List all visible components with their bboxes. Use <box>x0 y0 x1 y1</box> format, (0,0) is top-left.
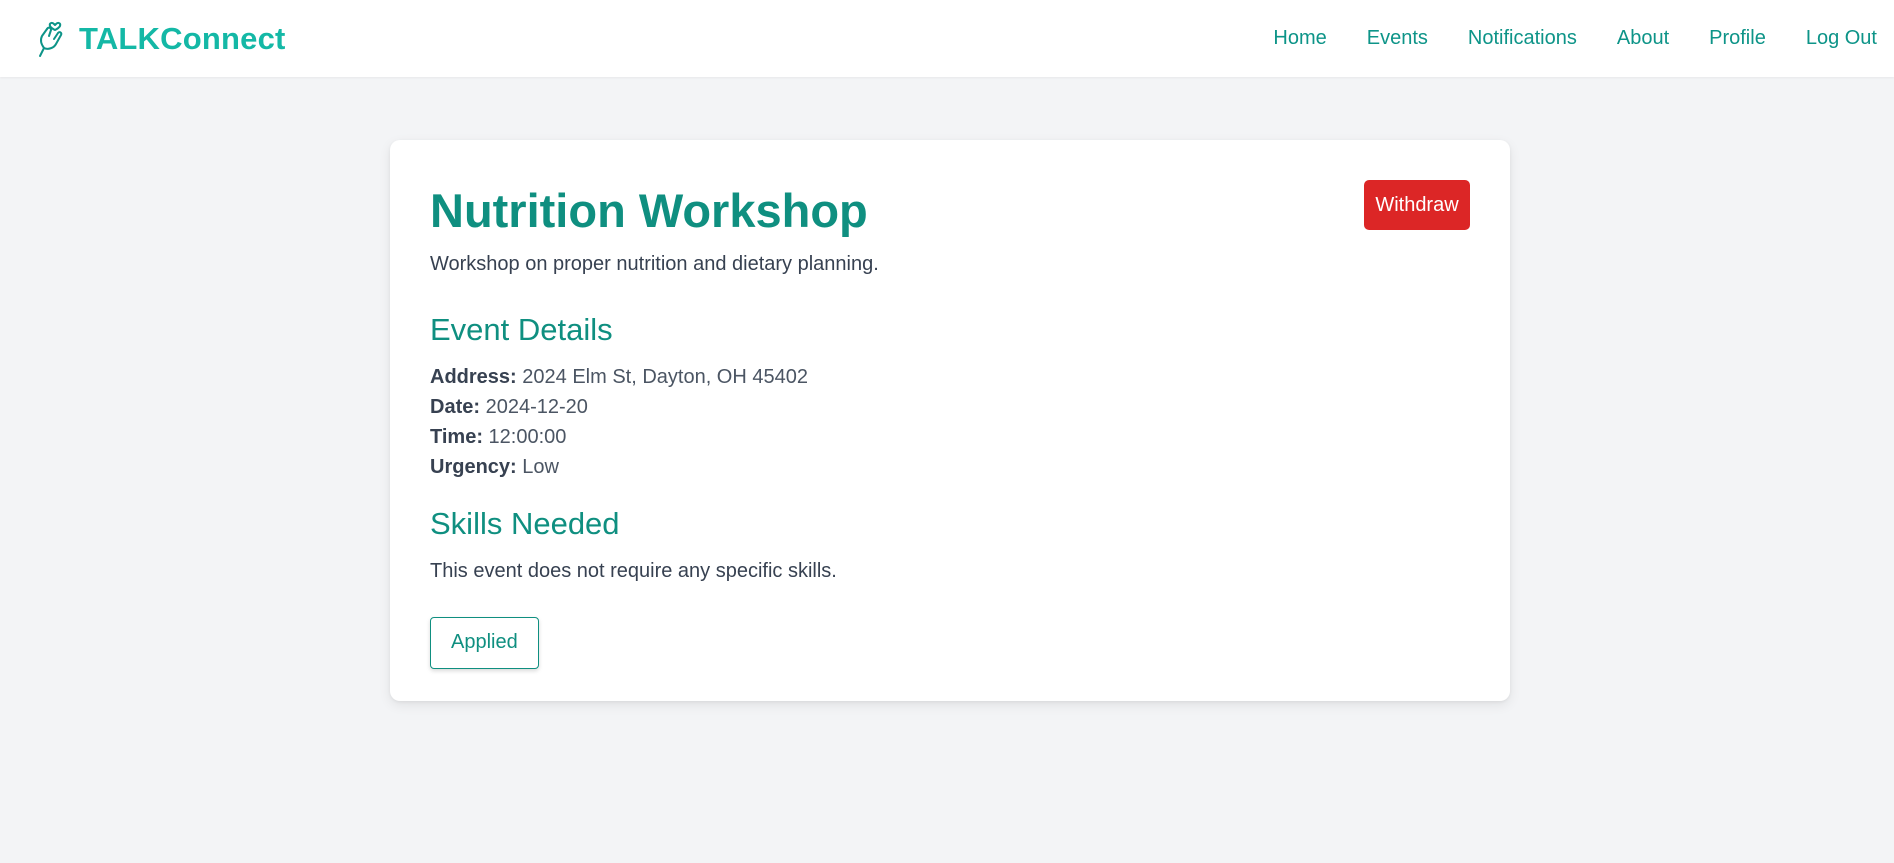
withdraw-button[interactable]: Withdraw <box>1364 180 1470 230</box>
event-title: Nutrition Workshop <box>430 184 868 237</box>
event-card: Nutrition Workshop Withdraw Workshop on … <box>390 140 1510 701</box>
detail-time: Time: 12:00:00 <box>430 422 1470 452</box>
nav-logout-link[interactable]: Log Out <box>1806 27 1877 50</box>
skills-needed-text: This event does not require any specific… <box>430 559 837 582</box>
applied-button[interactable]: Applied <box>430 616 539 669</box>
detail-urgency: Urgency: Low <box>430 452 1470 482</box>
detail-urgency-value: Low <box>522 455 559 478</box>
brand-link[interactable]: TALKConnect <box>33 19 286 59</box>
skills-needed-heading: Skills Needed <box>430 505 620 541</box>
detail-address: Address: 2024 Elm St, Dayton, OH 45402 <box>430 362 1470 392</box>
hand-heart-icon <box>33 19 69 59</box>
brand-name: TALKConnect <box>79 20 286 56</box>
detail-urgency-label: Urgency: <box>430 455 517 478</box>
detail-address-value: 2024 Elm St, Dayton, OH 45402 <box>522 365 808 388</box>
nav-events-link[interactable]: Events <box>1367 27 1428 50</box>
event-card-header: Nutrition Workshop Withdraw <box>430 180 1470 241</box>
detail-date: Date: 2024-12-20 <box>430 392 1470 422</box>
nav-home-link[interactable]: Home <box>1273 27 1326 50</box>
nav-notifications-link[interactable]: Notifications <box>1468 27 1577 50</box>
event-details: Address: 2024 Elm St, Dayton, OH 45402 D… <box>430 362 1470 482</box>
top-navbar: TALKConnect Home Events Notifications Ab… <box>0 0 1894 77</box>
nav-profile-link[interactable]: Profile <box>1709 27 1766 50</box>
detail-address-label: Address: <box>430 365 517 388</box>
nav-links: Home Events Notifications About Profile … <box>1273 27 1877 50</box>
event-details-heading: Event Details <box>430 311 613 347</box>
nav-about-link[interactable]: About <box>1617 27 1669 50</box>
detail-time-value: 12:00:00 <box>488 425 567 448</box>
detail-date-label: Date: <box>430 395 481 418</box>
detail-date-value: 2024-12-20 <box>485 395 588 418</box>
detail-time-label: Time: <box>430 425 483 448</box>
event-description: Workshop on proper nutrition and dietary… <box>430 252 879 275</box>
